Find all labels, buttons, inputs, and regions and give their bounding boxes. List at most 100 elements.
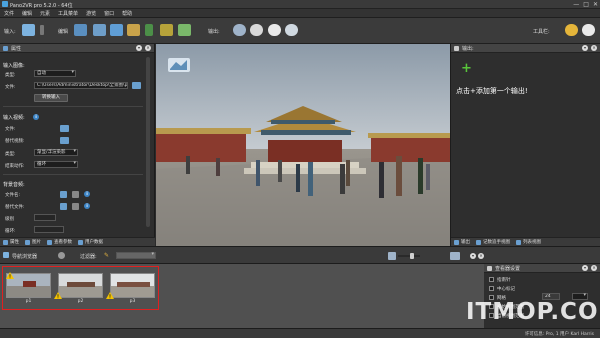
menu-file[interactable]: 文件 — [4, 10, 14, 17]
loop-field[interactable] — [34, 226, 64, 233]
patch-icon[interactable] — [74, 24, 87, 36]
compass-label: 指南针 — [497, 278, 511, 283]
tour-icon[interactable] — [127, 24, 140, 36]
properties-scrollbar[interactable] — [146, 57, 150, 227]
hotspot-icon[interactable] — [145, 24, 153, 36]
input-image-section: 输入图像: — [3, 63, 25, 69]
viewer-settings-title: 查看器设置 — [495, 265, 521, 272]
thumbnail-label: p3 — [129, 299, 136, 304]
maximize-button[interactable]: □ — [583, 1, 589, 8]
background-audio-section: 背景音频: — [3, 182, 25, 188]
large-thumb-icon[interactable] — [450, 252, 460, 260]
end-action-select[interactable]: 循环 — [34, 161, 78, 168]
info-icon[interactable]: i — [84, 191, 90, 197]
menu-window[interactable]: 窗口 — [104, 10, 114, 17]
browse-folder-icon[interactable] — [132, 82, 141, 89]
panel-options-icon[interactable]: ▾ — [136, 45, 142, 51]
browse-video-icon[interactable] — [60, 125, 69, 132]
tour-browser-label: 导航浏览器 — [12, 254, 38, 260]
video-file-label: 文件: — [5, 127, 16, 132]
thumbnail-p2[interactable] — [58, 273, 103, 298]
preview-icon[interactable] — [285, 24, 298, 36]
license-status: 许可信息: Pro, 1 用户 Karl Harris — [524, 332, 594, 337]
browse-audio-icon[interactable] — [60, 191, 67, 198]
menu-edit[interactable]: 编辑 — [22, 10, 32, 17]
tab-tour-map[interactable]: 记数追手视图 — [476, 239, 510, 245]
binoculars-icon[interactable] — [233, 24, 246, 36]
browse-alt-video-icon[interactable] — [60, 137, 69, 144]
tab-view-params[interactable]: 查看参数 — [47, 239, 72, 245]
menu-tools[interactable]: 工具菜单 — [58, 10, 78, 17]
file-label: 文件: — [5, 85, 16, 90]
warning-icon — [106, 292, 114, 299]
info-icon[interactable]: i — [84, 203, 90, 209]
add-output-icon[interactable]: + — [461, 62, 472, 75]
minimize-button[interactable]: — — [573, 1, 579, 8]
menu-help[interactable]: 帮助 — [122, 10, 132, 17]
aperture-icon[interactable] — [582, 24, 595, 36]
title-bar: Pano2VR pro 5.2.0 - 64位 — □ ✕ — [0, 0, 600, 9]
panel-options-icon[interactable]: ▾ — [582, 45, 588, 51]
file-path-field[interactable]: C:\Users\Administrator\Desktop\全景图\p1.jp… — [34, 82, 128, 89]
audio-settings-icon[interactable] — [72, 191, 79, 198]
tab-output[interactable]: 输出 — [454, 239, 470, 245]
clock-icon[interactable] — [268, 24, 281, 36]
window-title: Pano2VR pro 5.2.0 - 64位 — [10, 3, 73, 9]
center-mark-checkbox[interactable] — [489, 286, 494, 291]
panel-close-icon[interactable]: ✕ — [591, 45, 597, 51]
input-video-section: 输入视频: — [3, 115, 25, 121]
video-type-select[interactable]: 渐显/浮渲染影 — [34, 149, 78, 156]
user-icon[interactable] — [58, 252, 65, 259]
panel-options-icon[interactable]: ▾ — [470, 253, 476, 259]
watermark: ITMOP.COM — [466, 299, 600, 325]
panel-options-icon[interactable]: ▾ — [582, 265, 588, 271]
thumbnail-p3[interactable] — [110, 273, 155, 298]
slider-handle[interactable] — [410, 253, 414, 259]
pencil-icon[interactable]: ✎ — [104, 252, 109, 259]
alt-video-label: 替代视频: — [5, 139, 25, 144]
skin-editor-icon[interactable] — [178, 24, 191, 36]
menu-tour[interactable]: 游览 — [86, 10, 96, 17]
divider — [3, 106, 143, 107]
star-settings-icon[interactable] — [565, 24, 578, 36]
tab-user-data[interactable]: 用户数据 — [78, 239, 103, 245]
output-label: 输出: — [208, 29, 220, 35]
viewer-icon[interactable] — [93, 24, 106, 36]
close-button[interactable]: ✕ — [593, 1, 598, 8]
properties-panel: 属性 ▾ ✕ 输入图像: 类型: 自动 文件: C:\Users\Adminis… — [0, 44, 155, 246]
alt-audio-settings-icon[interactable] — [72, 203, 79, 210]
panel-close-icon[interactable]: ✕ — [591, 265, 597, 271]
video-type-label: 类型: — [5, 152, 16, 157]
tab-list-view[interactable]: 列表视图 — [516, 239, 541, 245]
tab-properties[interactable]: 属性 — [3, 239, 19, 245]
thumb-size-slider[interactable] — [398, 253, 420, 259]
app-icon — [2, 1, 8, 7]
map-icon[interactable] — [160, 24, 173, 36]
browse-alt-audio-icon[interactable] — [60, 203, 67, 210]
info-icon[interactable]: i — [33, 114, 39, 120]
compass-checkbox[interactable] — [489, 277, 494, 282]
level-field[interactable] — [34, 214, 56, 221]
image-icon[interactable] — [110, 24, 123, 36]
toolbar-separator — [40, 25, 44, 35]
audio-file-label: 文件名: — [5, 193, 21, 198]
thumbnail-highlight: p1 p2 p3 — [2, 266, 159, 310]
convert-input-button[interactable]: 转换输入 — [34, 94, 68, 102]
tour-browser-bar: 导航浏览器 过滤器: ✎ ▾ ✕ — [0, 246, 600, 264]
panel-close-icon[interactable]: ✕ — [478, 253, 484, 259]
tab-images[interactable]: 图片 — [25, 239, 41, 245]
status-bar: 许可信息: Pro, 1 用户 Karl Harris — [0, 328, 600, 338]
globe-icon[interactable] — [250, 24, 263, 36]
open-panorama-icon[interactable] — [22, 24, 35, 36]
filter-select[interactable] — [116, 252, 156, 259]
menu-elements[interactable]: 元素 — [40, 10, 50, 17]
center-mark-label: 中心标记 — [497, 287, 515, 292]
divider — [3, 174, 143, 175]
output-icon — [454, 45, 459, 51]
panorama-viewer[interactable] — [156, 44, 450, 246]
type-select[interactable]: 自动 — [34, 70, 76, 77]
type-label: 类型: — [5, 73, 16, 78]
panel-close-icon[interactable]: ✕ — [145, 45, 151, 51]
small-thumb-icon[interactable] — [388, 252, 396, 260]
edit-label: 编辑 — [58, 29, 69, 35]
